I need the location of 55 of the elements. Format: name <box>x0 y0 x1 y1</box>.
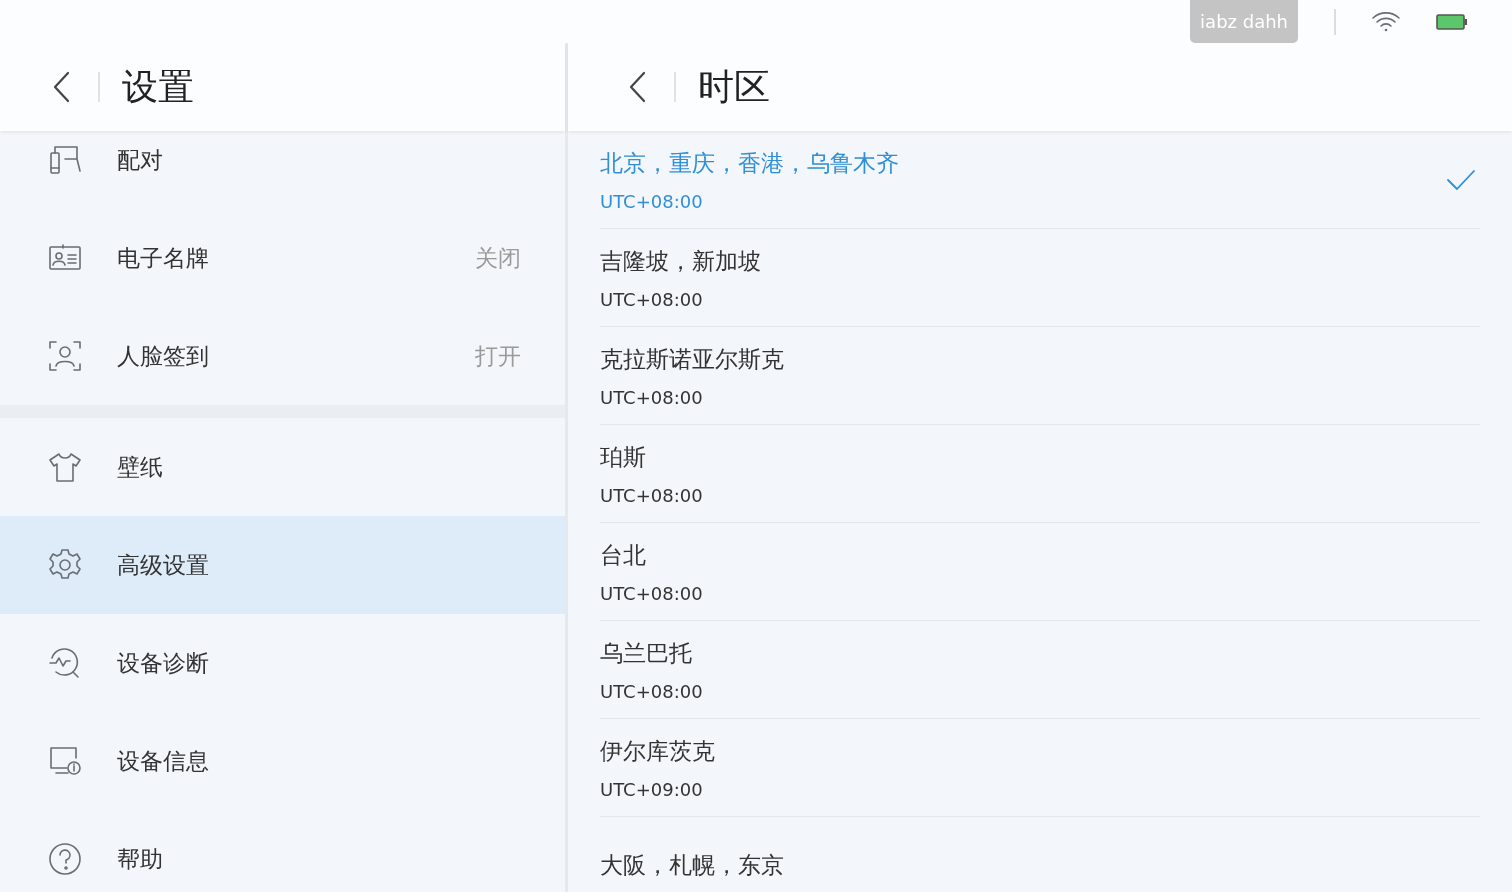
utc-offset: UTC+08:00 <box>600 190 704 212</box>
menu-label: 帮助 <box>117 844 164 874</box>
back-icon <box>628 70 648 104</box>
utc-offset: UTC+08:00 <box>600 386 704 408</box>
menu-label: 设备信息 <box>117 746 210 776</box>
timezone-option[interactable]: 克拉斯诺亚尔斯克 UTC+08:00 <box>600 327 1480 425</box>
menu-item[interactable]: 帮助 <box>0 810 565 892</box>
utc-offset: UTC+09:00 <box>600 778 704 800</box>
timezone-option[interactable]: 大阪，札幌，东京 <box>600 817 1480 892</box>
menu-label: 壁纸 <box>117 452 164 482</box>
timezone-option[interactable]: 台北 UTC+08:00 <box>600 523 1480 621</box>
user-badge: iabz dahh <box>1190 0 1298 43</box>
timezone-name: 克拉斯诺亚尔斯克 <box>600 344 785 374</box>
timezone-name: 吉隆坡，新加坡 <box>600 246 762 276</box>
menu-value: 关闭 <box>475 243 521 273</box>
diagnosis-icon <box>48 646 82 680</box>
menu-item[interactable]: 设备诊断 <box>0 614 565 712</box>
back-icon <box>52 70 72 104</box>
timezone-option[interactable]: 珀斯 UTC+08:00 <box>600 425 1480 523</box>
utc-offset: UTC+08:00 <box>600 680 704 702</box>
battery-icon <box>1436 12 1468 31</box>
menu-label: 配对 <box>117 145 164 175</box>
utc-offset: UTC+08:00 <box>600 288 704 310</box>
menu-item[interactable]: 电子名牌 关闭 <box>0 209 565 307</box>
timezone-option[interactable]: 伊尔库茨克 UTC+09:00 <box>600 719 1480 817</box>
pairing-icon <box>48 143 82 177</box>
timezone-name: 北京，重庆，香港，乌鲁木齐 <box>600 148 900 178</box>
menu-label: 人脸签到 <box>117 341 210 371</box>
timezone-name: 乌兰巴托 <box>600 638 693 668</box>
face-scan-icon <box>48 339 82 373</box>
menu-item[interactable]: 高级设置 <box>0 516 565 614</box>
settings-icon <box>48 548 82 582</box>
device-info-icon <box>48 744 82 778</box>
menu-item[interactable]: 配对 <box>0 131 565 209</box>
utc-offset: UTC+08:00 <box>600 582 704 604</box>
check-icon <box>1446 168 1476 191</box>
timezone-name: 台北 <box>600 540 647 570</box>
utc-offset: UTC+08:00 <box>600 484 704 506</box>
timezone-option[interactable]: 乌兰巴托 UTC+08:00 <box>600 621 1480 719</box>
menu-label: 高级设置 <box>117 550 210 580</box>
timezone-option[interactable]: 吉隆坡，新加坡 UTC+08:00 <box>600 229 1480 327</box>
help-icon <box>48 842 82 876</box>
timezone-name: 大阪，札幌，东京 <box>600 851 785 880</box>
timezone-name: 珀斯 <box>600 442 647 472</box>
timezone-name: 伊尔库茨克 <box>600 736 716 766</box>
menu-label: 设备诊断 <box>117 648 210 678</box>
wifi-icon <box>1370 9 1402 34</box>
shirt-icon <box>48 450 82 484</box>
page-title: 时区 <box>698 64 770 109</box>
menu-item[interactable]: 人脸签到 打开 <box>0 307 565 405</box>
menu-item[interactable]: 壁纸 <box>0 418 565 516</box>
page-title: 设置 <box>122 64 194 109</box>
menu-label: 电子名牌 <box>117 243 210 273</box>
menu-value: 打开 <box>475 341 521 371</box>
menu-item[interactable]: 设备信息 <box>0 712 565 810</box>
